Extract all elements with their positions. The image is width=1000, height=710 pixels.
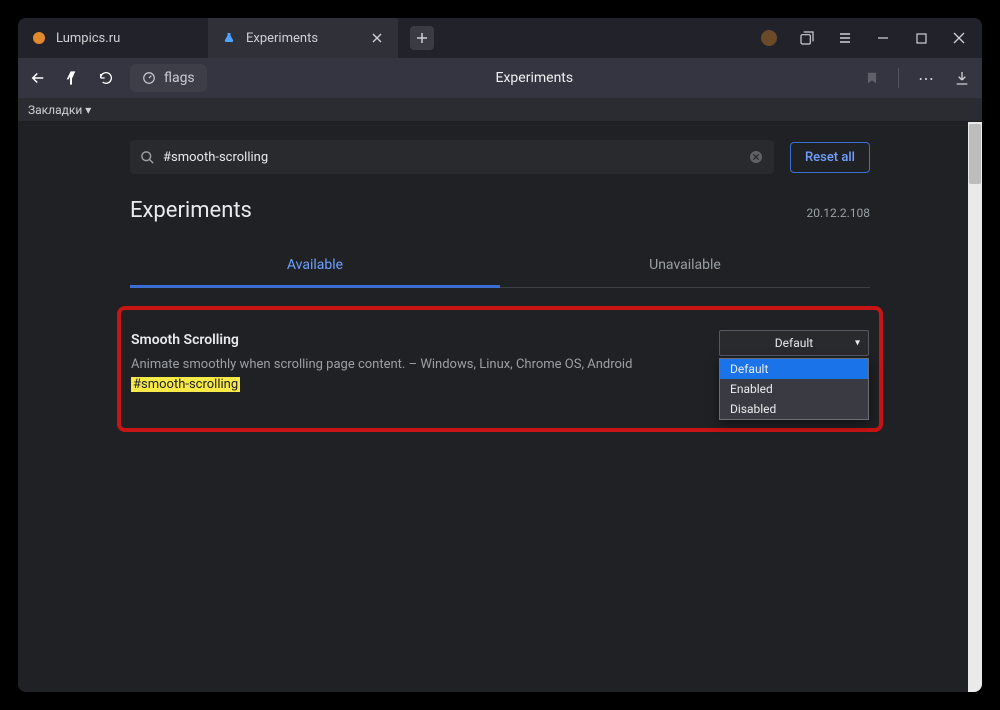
tab-lumpics[interactable]: Lumpics.ru <box>18 18 208 58</box>
window-close-button[interactable] <box>950 29 968 47</box>
more-icon[interactable]: ⋯ <box>916 68 936 88</box>
bookmark-icon[interactable] <box>862 68 882 88</box>
select-dropdown: Default Enabled Disabled <box>719 358 869 420</box>
page-title: Experiments <box>221 70 848 86</box>
scrollbar-thumb[interactable] <box>969 124 981 184</box>
toolbar: flags Experiments ⋯ <box>18 58 982 98</box>
search-box[interactable] <box>130 140 774 174</box>
yandex-home-icon[interactable] <box>62 68 82 88</box>
favicon-lumpics <box>32 31 46 45</box>
address-text: flags <box>164 70 195 86</box>
tab-experiments[interactable]: Experiments <box>208 18 398 58</box>
reload-button[interactable] <box>96 68 116 88</box>
collections-icon[interactable] <box>798 29 816 47</box>
site-info-icon[interactable] <box>142 71 156 85</box>
address-bar[interactable]: flags <box>130 64 207 92</box>
download-icon[interactable] <box>952 68 972 88</box>
bookmarks-bar[interactable]: Закладки ▾ <box>18 98 982 122</box>
tab-available[interactable]: Available <box>130 245 500 287</box>
experiment-hash: #smooth-scrolling <box>131 377 240 392</box>
experiment-select[interactable]: Default ▾ <box>719 330 869 356</box>
tab-title: Lumpics.ru <box>56 31 194 46</box>
select-option[interactable]: Default <box>720 359 868 379</box>
version-label: 20.12.2.108 <box>807 206 870 220</box>
select-option[interactable]: Enabled <box>720 379 868 399</box>
select-option[interactable]: Disabled <box>720 399 868 419</box>
bookmarks-label[interactable]: Закладки ▾ <box>28 103 91 117</box>
chevron-down-icon: ▾ <box>855 338 860 349</box>
page-heading: Experiments <box>130 198 252 223</box>
back-button[interactable] <box>28 68 48 88</box>
separator <box>898 68 900 88</box>
flask-icon <box>222 31 236 45</box>
reset-all-button[interactable]: Reset all <box>790 142 870 173</box>
maximize-button[interactable] <box>912 29 930 47</box>
minimize-button[interactable] <box>874 29 892 47</box>
menu-icon[interactable] <box>836 29 854 47</box>
browser-window: Lumpics.ru Experiments <box>18 18 982 692</box>
clear-icon[interactable] <box>748 149 764 165</box>
tab-title: Experiments <box>246 31 360 46</box>
search-input[interactable] <box>163 150 740 165</box>
new-tab-button[interactable] <box>410 26 434 50</box>
titlebar: Lumpics.ru Experiments <box>18 18 982 58</box>
close-icon[interactable] <box>370 31 384 45</box>
profile-avatar[interactable] <box>760 29 778 47</box>
tab-unavailable[interactable]: Unavailable <box>500 245 870 287</box>
search-icon <box>140 150 155 165</box>
experiment-title: Smooth Scrolling <box>131 330 699 351</box>
page-viewport: Reset all Experiments 20.12.2.108 Availa… <box>18 122 982 692</box>
select-value: Default <box>775 336 813 350</box>
experiment-description: Animate smoothly when scrolling page con… <box>131 357 632 372</box>
vertical-scrollbar[interactable] <box>968 122 982 692</box>
experiment-card-highlight: Smooth Scrolling Animate smoothly when s… <box>117 306 883 432</box>
experiment-tabs: Available Unavailable <box>130 245 870 288</box>
